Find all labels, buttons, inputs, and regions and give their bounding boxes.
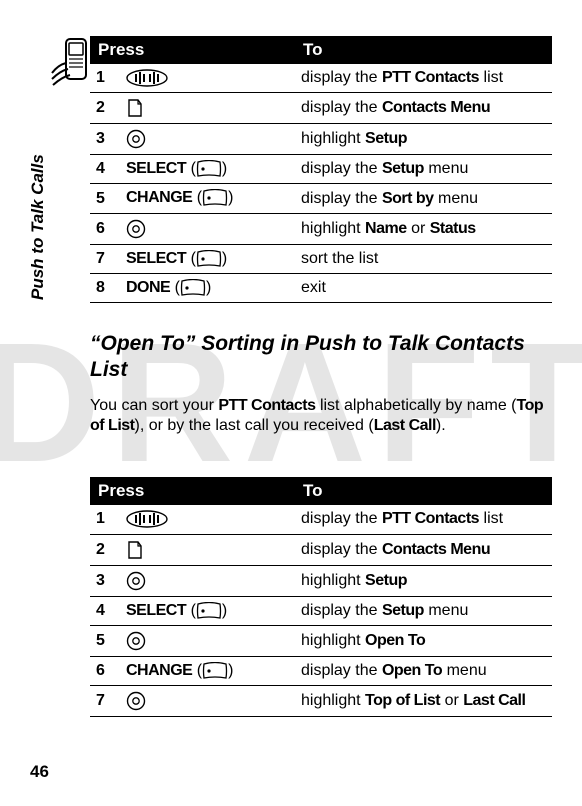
menu-key-icon [126,98,144,118]
step-result: highlight Name or Status [295,213,552,244]
step-result: display the Sort by menu [295,184,552,213]
softkey-label: CHANGE [126,662,192,679]
step-action [120,64,295,93]
step-action [120,124,295,155]
step-result: display the PTT Contacts list [295,64,552,93]
step-number: 1 [90,505,120,534]
col-press: Press [90,477,295,505]
step-action [120,565,295,596]
instruction-table-2: Press To 1 display the PTT Contact [90,477,552,717]
col-press: Press [90,36,295,64]
step-result: display the Open To menu [295,656,552,685]
softkey-icon [202,189,228,207]
table-row: 5 CHANGE () display the Sort by menu [90,184,552,213]
step-result: highlight Setup [295,124,552,155]
menu-key-icon [126,540,144,560]
step-action [120,534,295,565]
table-row: 8 DONE () exit [90,273,552,302]
nav-key-icon [126,219,146,239]
step-number: 3 [90,124,120,155]
step-number: 6 [90,213,120,244]
step-action [120,685,295,716]
instruction-table-1: Press To 1 display the PTT Contact [90,36,552,303]
nav-key-icon [126,571,146,591]
step-number: 6 [90,656,120,685]
step-action: SELECT () [120,155,295,184]
page-number: 46 [30,762,49,782]
table-row: 3 highlight Setup [90,565,552,596]
softkey-icon [202,662,228,680]
section-side-label: Push to Talk Calls [28,154,48,300]
step-action: CHANGE () [120,184,295,213]
softkey-label: SELECT [126,602,186,619]
step-result: highlight Setup [295,565,552,596]
step-number: 5 [90,184,120,213]
softkey-icon [180,279,206,297]
softkey-label: SELECT [126,250,186,267]
table-row: 6 highlight Name or Status [90,213,552,244]
step-action [120,93,295,124]
step-number: 2 [90,534,120,565]
nav-key-icon [126,631,146,651]
table-row: 3 highlight Setup [90,124,552,155]
step-result: highlight Open To [295,625,552,656]
step-number: 8 [90,273,120,302]
step-number: 4 [90,155,120,184]
table-row: 7 highlight Top of List or Last Call [90,685,552,716]
table-row: 1 display the PTT Contacts list [90,64,552,93]
table-row: 7 SELECT () sort the list [90,244,552,273]
step-action [120,213,295,244]
col-to: To [295,36,552,64]
step-action: SELECT () [120,596,295,625]
table-row: 6 CHANGE () display the Open To menu [90,656,552,685]
step-result: display the Contacts Menu [295,534,552,565]
section-heading: “Open To” Sorting in Push to Talk Contac… [90,331,552,384]
softkey-label: SELECT [126,160,186,177]
softkey-label: DONE [126,279,170,296]
table-row: 4 SELECT () display the Setup menu [90,155,552,184]
step-number: 3 [90,565,120,596]
softkey-icon [196,602,222,620]
step-action [120,505,295,534]
phone-icon [50,35,96,94]
table-row: 1 display the PTT Contacts list [90,505,552,534]
body-paragraph: You can sort your PTT Contacts list alph… [90,396,552,438]
table-row: 2 display the Contacts Menu [90,534,552,565]
step-result: display the Contacts Menu [295,93,552,124]
ptt-key-icon [126,69,168,87]
step-number: 5 [90,625,120,656]
table-row: 4 SELECT () display the Setup menu [90,596,552,625]
nav-key-icon [126,129,146,149]
col-to: To [295,477,552,505]
step-number: 7 [90,685,120,716]
step-number: 4 [90,596,120,625]
step-number: 2 [90,93,120,124]
step-result: display the Setup menu [295,596,552,625]
softkey-icon [196,160,222,178]
table-row: 5 highlight Open To [90,625,552,656]
step-action: DONE () [120,273,295,302]
softkey-icon [196,250,222,268]
ptt-key-icon [126,510,168,528]
step-result: exit [295,273,552,302]
nav-key-icon [126,691,146,711]
table-row: 2 display the Contacts Menu [90,93,552,124]
step-result: display the Setup menu [295,155,552,184]
step-result: display the PTT Contacts list [295,505,552,534]
page: Push to Talk Calls Press To 1 [0,0,582,806]
step-action: SELECT () [120,244,295,273]
softkey-label: CHANGE [126,190,192,207]
step-action [120,625,295,656]
step-number: 7 [90,244,120,273]
step-action: CHANGE () [120,656,295,685]
step-result: sort the list [295,244,552,273]
step-result: highlight Top of List or Last Call [295,685,552,716]
